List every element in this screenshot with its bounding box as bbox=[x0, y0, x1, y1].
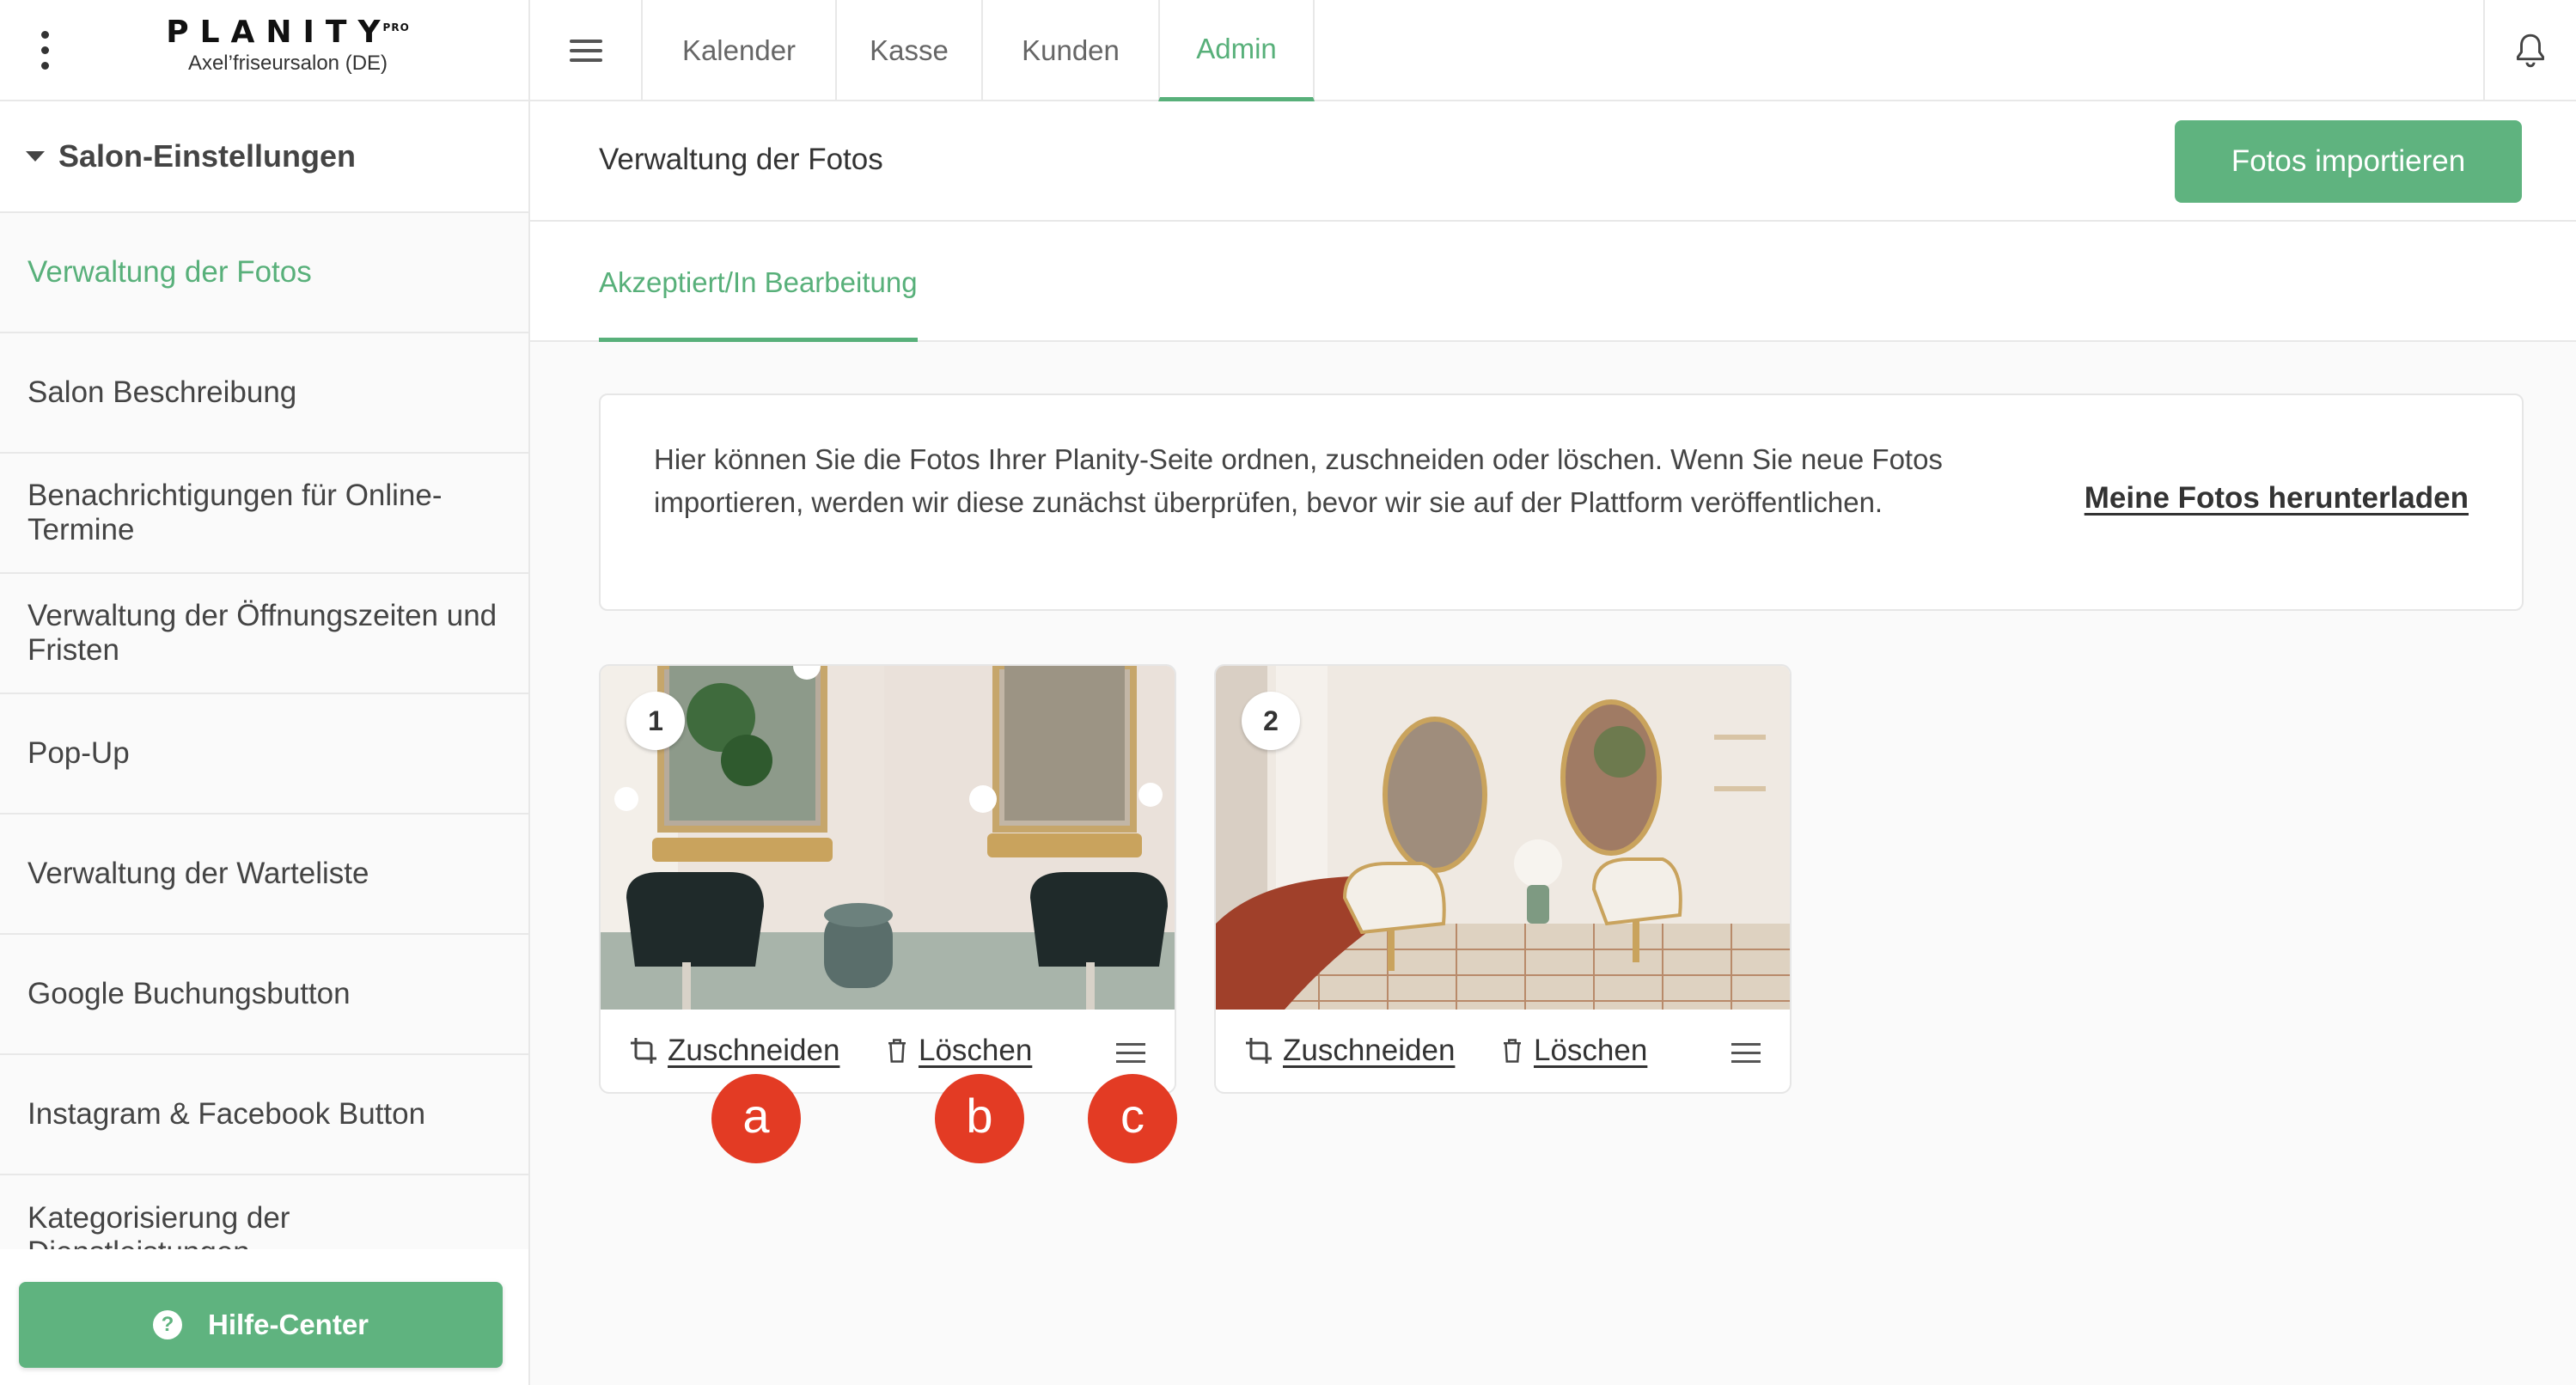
photo-order-badge: 1 bbox=[626, 692, 685, 750]
caret-down-icon bbox=[26, 151, 45, 162]
help-center-button[interactable]: ? Hilfe-Center bbox=[19, 1282, 503, 1368]
delete-button[interactable]: Löschen bbox=[1499, 1028, 1647, 1073]
tab-akzeptiert[interactable]: Akzeptiert/In Bearbeitung bbox=[599, 222, 918, 342]
tab-kunden[interactable]: Kunden bbox=[981, 0, 1158, 101]
salon-photo[interactable] bbox=[1216, 666, 1790, 1010]
delete-label: Löschen bbox=[919, 1034, 1033, 1067]
salon-photo-image bbox=[601, 666, 1175, 1010]
tab-kalender[interactable]: Kalender bbox=[641, 0, 835, 101]
sidebar: Salon-Einstellungen Verwaltung der Fotos… bbox=[0, 101, 530, 1385]
sidebar-item-google-buchungsbutton[interactable]: Google Buchungsbutton bbox=[0, 935, 528, 1055]
sidebar-item-verwaltung-der-fotos[interactable]: Verwaltung der Fotos bbox=[0, 213, 528, 333]
salon-photo[interactable] bbox=[601, 666, 1175, 1010]
info-text: Hier können Sie die Fotos Ihrer Planity-… bbox=[654, 443, 1943, 518]
crop-button[interactable]: Zuschneiden bbox=[628, 1028, 839, 1073]
info-card: Hier können Sie die Fotos Ihrer Planity-… bbox=[599, 394, 2524, 611]
drag-handle-icon[interactable] bbox=[1116, 1037, 1147, 1068]
help-icon: ? bbox=[152, 1310, 182, 1339]
photo-card[interactable]: 1 Zuschneiden Löschen bbox=[599, 664, 1176, 1094]
sidebar-item-oeffnungszeiten[interactable]: Verwaltung der Öffnungszeiten und Friste… bbox=[0, 574, 528, 694]
sidebar-item-pop-up[interactable]: Pop-Up bbox=[0, 694, 528, 815]
download-photos-link[interactable]: Meine Fotos herunterladen bbox=[2085, 481, 2469, 516]
annotation-marker-c: c bbox=[1088, 1074, 1177, 1163]
crop-icon bbox=[1246, 1038, 1272, 1064]
brand: PLANITYPRO Axel’friseursalon (DE) bbox=[129, 9, 447, 77]
bell-icon bbox=[2517, 34, 2544, 68]
crop-label: Zuschneiden bbox=[668, 1034, 840, 1067]
photo-actions: Zuschneiden Löschen bbox=[1216, 1010, 1790, 1092]
tab-admin[interactable]: Admin bbox=[1158, 0, 1315, 101]
sidebar-item-benachrichtigungen[interactable]: Benachrichtigungen für Online-Termine bbox=[0, 454, 528, 574]
drag-handle-icon[interactable] bbox=[1731, 1037, 1762, 1068]
crop-button[interactable]: Zuschneiden bbox=[1243, 1028, 1455, 1073]
salon-name: Axel’friseursalon (DE) bbox=[187, 52, 388, 75]
annotation-marker-b: b bbox=[935, 1074, 1024, 1163]
top-bar: PLANITYPRO Axel’friseursalon (DE) Kalend… bbox=[0, 0, 2576, 101]
salon-photo-image bbox=[1216, 666, 1790, 1010]
photo-order-badge: 2 bbox=[1242, 692, 1300, 750]
crop-icon bbox=[631, 1038, 656, 1064]
crop-label: Zuschneiden bbox=[1283, 1034, 1456, 1067]
divider bbox=[528, 0, 530, 101]
sidebar-item-warteliste[interactable]: Verwaltung der Warteliste bbox=[0, 815, 528, 935]
trash-icon bbox=[1504, 1039, 1521, 1063]
annotation-marker-a: a bbox=[711, 1074, 801, 1163]
sidebar-item-instagram-facebook[interactable]: Instagram & Facebook Button bbox=[0, 1055, 528, 1175]
delete-label: Löschen bbox=[1534, 1034, 1648, 1067]
sidebar-item-salon-beschreibung[interactable]: Salon Beschreibung bbox=[0, 333, 528, 454]
help-center-label: Hilfe-Center bbox=[207, 1309, 369, 1340]
brand-pro-badge: PRO bbox=[382, 21, 410, 34]
sidebar-section-title: Salon-Einstellungen bbox=[58, 138, 357, 174]
hamburger-icon[interactable] bbox=[563, 31, 609, 70]
photo-actions: Zuschneiden Löschen bbox=[601, 1010, 1175, 1092]
sidebar-section-salon-einstellungen[interactable]: Salon-Einstellungen bbox=[0, 101, 528, 213]
page-header: Verwaltung der Fotos Fotos importieren bbox=[530, 101, 2576, 222]
delete-button[interactable]: Löschen bbox=[884, 1028, 1032, 1073]
kebab-menu-icon[interactable] bbox=[26, 24, 64, 76]
page-title: Verwaltung der Fotos bbox=[599, 143, 883, 176]
photo-card[interactable]: 2 Zuschneiden Löschen bbox=[1214, 664, 1792, 1094]
subtab-bar: Akzeptiert/In Bearbeitung bbox=[530, 222, 2576, 342]
trash-icon bbox=[888, 1039, 906, 1063]
notifications-button[interactable] bbox=[2483, 0, 2576, 101]
tab-kasse[interactable]: Kasse bbox=[835, 0, 981, 101]
import-photos-button[interactable]: Fotos importieren bbox=[2175, 120, 2522, 203]
brand-logo: PLANITYPRO bbox=[166, 15, 410, 50]
